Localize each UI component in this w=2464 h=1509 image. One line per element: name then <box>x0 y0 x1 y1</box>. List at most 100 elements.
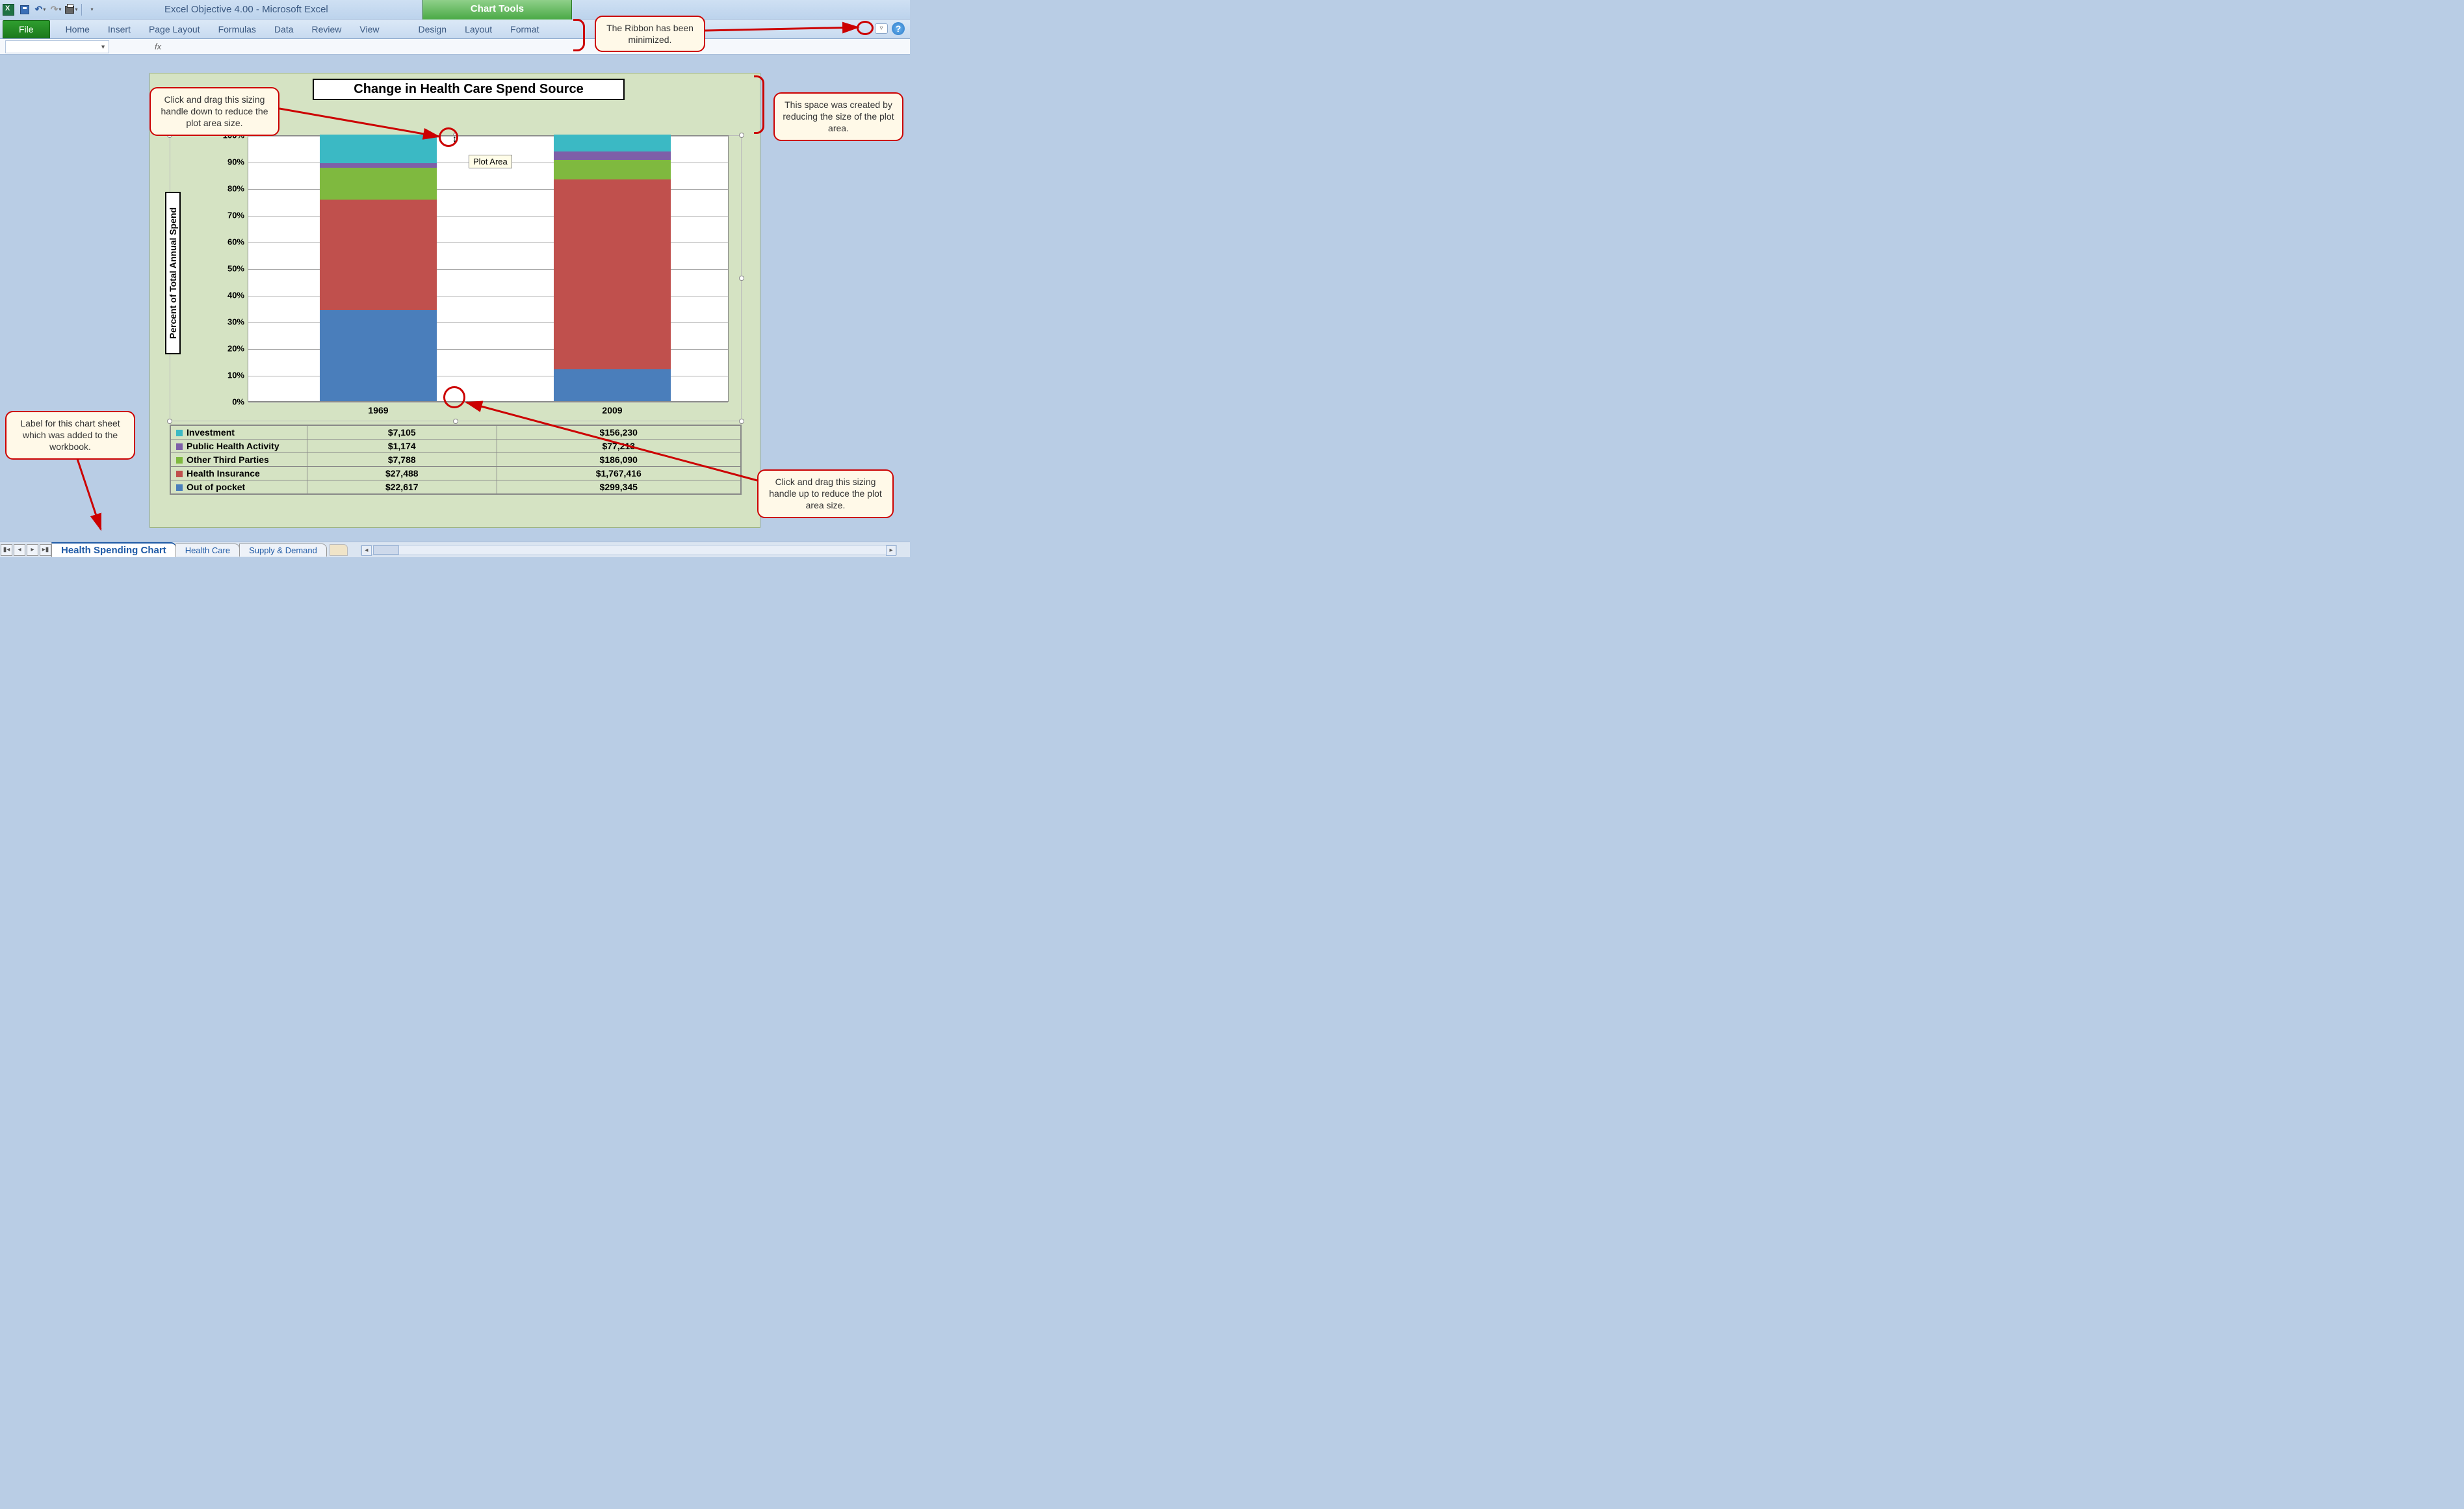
callout-top-handle: Click and drag this sizing handle down t… <box>149 87 279 136</box>
legend-swatch <box>176 484 183 491</box>
sheet-tab[interactable]: Health Care <box>175 544 240 557</box>
x-axis-tick: 2009 <box>573 405 651 415</box>
undo-button[interactable]: ↶▾ <box>33 3 47 17</box>
help-button[interactable]: ? <box>892 22 905 35</box>
printer-icon <box>65 6 74 14</box>
chart-object[interactable]: Change in Health Care Spend Source Perce… <box>149 73 760 528</box>
qat-customize-button[interactable]: ▾ <box>84 3 99 17</box>
tab-format[interactable]: Format <box>501 21 548 38</box>
table-cell: $186,090 <box>497 453 740 467</box>
callout-circle <box>443 386 465 408</box>
bar-segment[interactable] <box>554 151 671 160</box>
sheet-nav-next[interactable]: ▸ <box>27 544 38 556</box>
sheet-tab-active[interactable]: Health Spending Chart <box>51 542 176 557</box>
y-axis-tick: 0% <box>215 397 244 407</box>
scroll-thumb[interactable] <box>373 545 399 555</box>
callout-bottom-handle: Click and drag this sizing handle up to … <box>757 469 894 518</box>
bar-segment[interactable] <box>320 168 437 199</box>
callout-circle <box>857 21 874 35</box>
resize-handle-e[interactable] <box>739 276 744 281</box>
brace-icon <box>573 19 585 51</box>
separator <box>81 4 82 16</box>
bar-segment[interactable] <box>554 135 671 151</box>
y-axis-tick: 90% <box>215 157 244 167</box>
y-axis-title[interactable]: Percent of Total Annual Spend <box>163 174 176 369</box>
bar-column[interactable] <box>554 135 671 401</box>
series-label: Health Insurance <box>187 468 260 479</box>
undo-icon: ↶ <box>35 4 43 15</box>
resize-handle-se[interactable] <box>739 419 744 424</box>
y-axis-tick: 70% <box>215 211 244 220</box>
table-row: Health Insurance $27,488$1,767,416 <box>171 467 741 480</box>
bar-segment[interactable] <box>320 200 437 310</box>
table-cell: $1,767,416 <box>497 467 740 480</box>
sheet-nav-last[interactable]: ▸▮ <box>40 544 51 556</box>
legend-swatch <box>176 457 183 464</box>
y-axis-tick: 80% <box>215 184 244 194</box>
save-icon <box>20 5 29 14</box>
scroll-left-button[interactable]: ◂ <box>361 545 372 556</box>
tab-layout[interactable]: Layout <box>456 21 501 38</box>
y-axis-tick: 40% <box>215 291 244 300</box>
callout-right-space: This space was created by reducing the s… <box>773 92 903 141</box>
tab-review[interactable]: Review <box>303 21 351 38</box>
chevron-down-icon: ▾ <box>58 7 61 12</box>
chart-data-table: Investment$7,105$156,230Public Health Ac… <box>170 425 742 495</box>
new-sheet-button[interactable] <box>330 544 348 556</box>
file-tab[interactable]: File <box>3 20 50 38</box>
brace-icon <box>754 75 764 134</box>
resize-cursor-icon: ↕ <box>452 133 457 144</box>
chart-title[interactable]: Change in Health Care Spend Source <box>313 79 625 100</box>
bar-segment[interactable] <box>320 163 437 168</box>
table-cell: $7,105 <box>307 426 497 440</box>
bar-segment[interactable] <box>554 160 671 180</box>
sheet-tab[interactable]: Supply & Demand <box>239 544 327 557</box>
horizontal-scrollbar[interactable]: ◂ ▸ <box>361 545 897 555</box>
print-button[interactable]: ▾ <box>64 3 79 17</box>
resize-handle-s[interactable] <box>453 419 458 424</box>
y-axis-tick: 60% <box>215 237 244 247</box>
redo-button[interactable]: ↷▾ <box>49 3 63 17</box>
table-cell: $22,617 <box>307 480 497 494</box>
sheet-nav-prev[interactable]: ◂ <box>14 544 25 556</box>
tab-view[interactable]: View <box>350 21 388 38</box>
formula-bar: ▼ fx <box>0 39 910 55</box>
tab-design[interactable]: Design <box>409 21 456 38</box>
tab-insert[interactable]: Insert <box>99 21 140 38</box>
legend-swatch <box>176 430 183 436</box>
y-axis-tick: 30% <box>215 317 244 327</box>
table-cell: $27,488 <box>307 467 497 480</box>
tab-formulas[interactable]: Formulas <box>209 21 265 38</box>
bar-segment[interactable] <box>320 310 437 401</box>
bar-segment[interactable] <box>320 135 437 163</box>
plot-area-tooltip: Plot Area <box>469 155 512 168</box>
table-row: Public Health Activity$1,174$77,213 <box>171 440 741 453</box>
legend-swatch <box>176 471 183 477</box>
name-box[interactable]: ▼ <box>5 40 109 53</box>
table-cell: $77,213 <box>497 440 740 453</box>
chevron-down-icon: ▾ <box>43 7 45 12</box>
tab-data[interactable]: Data <box>265 21 303 38</box>
bar-segment[interactable] <box>554 179 671 369</box>
x-axis-tick: 1969 <box>339 405 417 415</box>
series-label: Out of pocket <box>187 482 245 492</box>
legend-swatch <box>176 443 183 450</box>
tab-home[interactable]: Home <box>57 21 99 38</box>
tab-page-layout[interactable]: Page Layout <box>140 21 209 38</box>
y-axis-tick: 10% <box>215 371 244 380</box>
table-row: Out of pocket$22,617$299,345 <box>171 480 741 494</box>
callout-sheet-label: Label for this chart sheet which was add… <box>5 411 135 460</box>
callout-ribbon-minimized: The Ribbon has been minimized. <box>595 16 705 52</box>
bar-segment[interactable] <box>554 369 671 401</box>
table-cell: $1,174 <box>307 440 497 453</box>
plot-area[interactable]: Percent of Total Annual Spend 19692009 0… <box>170 135 742 421</box>
table-row: Other Third Parties$7,788$186,090 <box>171 453 741 467</box>
resize-handle-sw[interactable] <box>167 419 172 424</box>
resize-handle-ne[interactable] <box>739 133 744 138</box>
expand-ribbon-button[interactable]: ▿ <box>875 23 888 34</box>
gridline <box>248 402 728 403</box>
sheet-nav-first[interactable]: ▮◂ <box>1 544 12 556</box>
save-button[interactable] <box>18 3 32 17</box>
scroll-right-button[interactable]: ▸ <box>886 545 896 556</box>
bar-column[interactable] <box>320 135 437 401</box>
